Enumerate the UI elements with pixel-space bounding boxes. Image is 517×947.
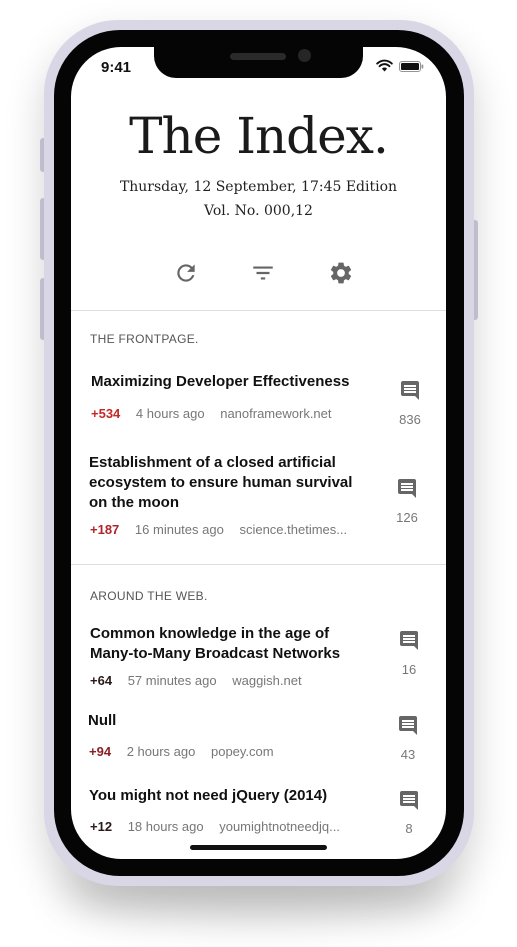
status-time: 9:41 bbox=[101, 59, 132, 76]
story-age: 57 minutes ago bbox=[127, 673, 217, 688]
story-meta: +534 4 hours ago nanoframework.net bbox=[91, 406, 371, 421]
story-domain[interactable]: science.thetimes... bbox=[239, 522, 347, 537]
story-meta: +12 18 hours ago youmightnotneedjq... bbox=[90, 819, 370, 834]
divider bbox=[71, 564, 446, 565]
edition-line: Thursday, 12 September, 17:45 Edition bbox=[119, 179, 398, 195]
story-meta: +187 16 minutes ago science.thetimes... bbox=[90, 522, 370, 537]
front-camera bbox=[298, 49, 311, 62]
phone-screen: 9:41 The Index. Thursday, 12 September, … bbox=[71, 47, 446, 859]
section-label-around-web: AROUND THE WEB. bbox=[90, 589, 208, 603]
story-title[interactable]: You might not need jQuery (2014) bbox=[89, 786, 374, 806]
story-score: +534 bbox=[91, 406, 121, 421]
story-title[interactable]: Common knowledge in the age of Many-to-M… bbox=[90, 624, 375, 664]
story-domain[interactable]: waggish.net bbox=[232, 673, 301, 688]
divider bbox=[71, 310, 446, 311]
comment-count[interactable]: 43 bbox=[393, 747, 423, 762]
refresh-icon[interactable] bbox=[173, 260, 199, 286]
comment-count[interactable]: 126 bbox=[392, 510, 422, 525]
toolbar bbox=[71, 260, 446, 286]
story-title[interactable]: Null bbox=[88, 711, 373, 731]
section-label-frontpage: THE FRONTPAGE. bbox=[90, 332, 199, 346]
story-score: +12 bbox=[90, 819, 113, 834]
story-title[interactable]: Establishment of a closed artificial eco… bbox=[89, 453, 374, 513]
story-age: 2 hours ago bbox=[126, 744, 196, 759]
comment-icon[interactable] bbox=[397, 789, 421, 813]
story-age: 4 hours ago bbox=[135, 406, 205, 421]
story-domain[interactable]: youmightnotneedjq... bbox=[219, 819, 340, 834]
story-title[interactable]: Maximizing Developer Effectiveness bbox=[91, 372, 376, 392]
comment-count[interactable]: 836 bbox=[395, 412, 425, 427]
story-age: 18 hours ago bbox=[127, 819, 204, 834]
masthead: The Index. Thursday, 12 September, 17:45… bbox=[71, 111, 446, 219]
comment-icon[interactable] bbox=[396, 714, 420, 738]
story-meta: +64 57 minutes ago waggish.net bbox=[90, 673, 370, 688]
story-score: +187 bbox=[90, 522, 120, 537]
battery-icon bbox=[399, 61, 424, 72]
filter-icon[interactable] bbox=[250, 260, 276, 286]
story-age: 16 minutes ago bbox=[134, 522, 224, 537]
story-score: +94 bbox=[89, 744, 112, 759]
story-meta: +94 2 hours ago popey.com bbox=[89, 744, 369, 759]
notch bbox=[154, 47, 363, 78]
app-title: The Index. bbox=[129, 107, 389, 165]
comment-count[interactable]: 16 bbox=[394, 662, 424, 677]
story-score: +64 bbox=[90, 673, 113, 688]
story-domain[interactable]: popey.com bbox=[211, 744, 274, 759]
home-indicator[interactable] bbox=[190, 845, 327, 850]
comment-icon[interactable] bbox=[397, 629, 421, 653]
story-domain[interactable]: nanoframework.net bbox=[220, 406, 331, 421]
comment-icon[interactable] bbox=[398, 379, 422, 403]
volume-line: Vol. No. 000,12 bbox=[204, 203, 313, 219]
comment-count[interactable]: 8 bbox=[394, 821, 424, 836]
speaker-grille bbox=[230, 53, 286, 60]
wifi-icon bbox=[376, 59, 393, 72]
settings-icon[interactable] bbox=[328, 260, 354, 286]
comment-icon[interactable] bbox=[395, 477, 419, 501]
